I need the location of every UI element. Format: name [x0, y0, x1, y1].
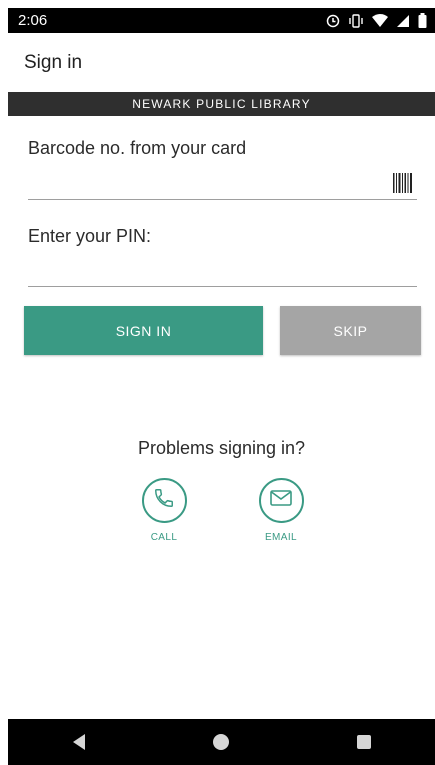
pin-label: Enter your PIN:: [28, 226, 152, 246]
system-nav-bar: [8, 719, 435, 765]
skip-button[interactable]: SKIP: [280, 306, 421, 355]
call-circle[interactable]: [141, 478, 187, 523]
page-title: Sign in: [24, 51, 83, 73]
phone-icon: [153, 487, 175, 514]
app-bar: Sign in: [8, 33, 435, 92]
barcode-scan-icon[interactable]: [392, 172, 414, 194]
library-name: NEWARK PUBLIC LIBRARY: [132, 97, 311, 111]
back-icon[interactable]: [59, 727, 99, 757]
call-button[interactable]: CALL: [134, 478, 194, 543]
email-label: EMAIL: [264, 532, 297, 543]
library-banner: NEWARK PUBLIC LIBRARY: [8, 92, 435, 116]
barcode-label: Barcode no. from your card: [28, 138, 247, 158]
barcode-input[interactable]: [28, 170, 417, 200]
pin-input[interactable]: [28, 257, 417, 287]
email-circle[interactable]: [258, 478, 304, 523]
status-bar: 2:06: [8, 8, 435, 33]
email-button[interactable]: EMAIL: [251, 478, 311, 543]
battery-icon: [418, 13, 427, 28]
status-icons: [326, 13, 427, 28]
sign-in-button[interactable]: SIGN IN: [24, 306, 263, 355]
sync-icon: [326, 14, 340, 28]
recents-icon[interactable]: [344, 727, 384, 757]
wifi-icon: [372, 13, 388, 28]
envelope-icon: [270, 489, 292, 512]
call-label: CALL: [150, 532, 178, 543]
status-time: 2:06: [18, 12, 48, 29]
vibrate-icon: [348, 13, 364, 28]
home-icon[interactable]: [201, 727, 241, 757]
problems-signing-in-heading: Problems signing in?: [137, 438, 306, 458]
signal-icon: [396, 14, 410, 28]
